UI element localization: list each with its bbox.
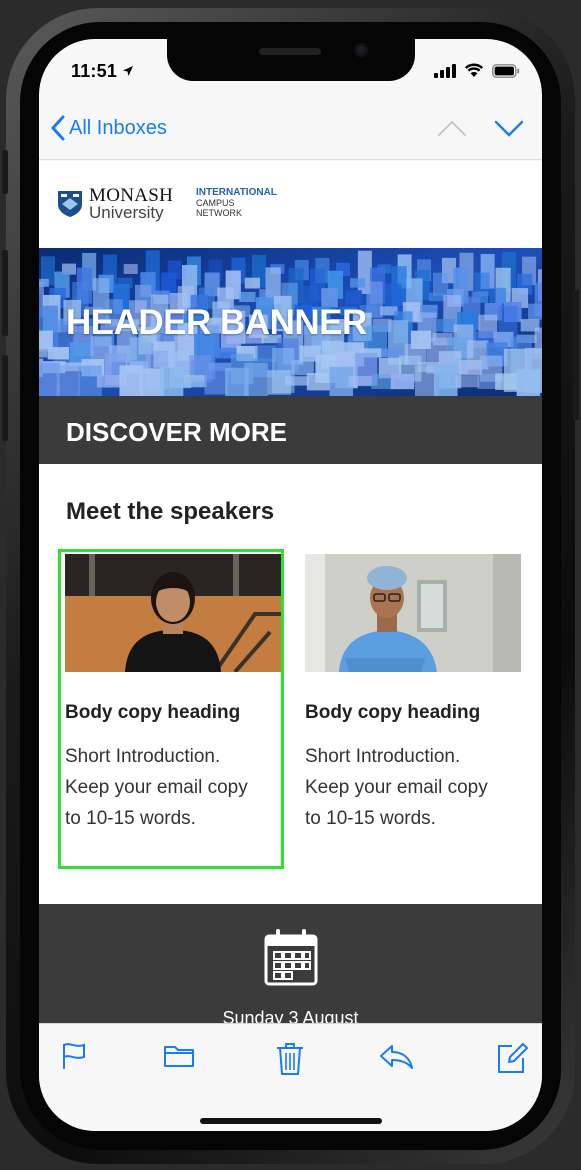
- monash-logo: MONASH University: [57, 185, 174, 222]
- battery-icon: [492, 63, 520, 78]
- trash-icon: [277, 1043, 303, 1075]
- flag-icon: [63, 1043, 85, 1069]
- discover-more-bar[interactable]: DISCOVER MORE: [39, 396, 542, 464]
- logo-bar: MONASH University INTERNATIONAL CAMPUS N…: [39, 161, 542, 248]
- earpiece: [259, 48, 321, 55]
- location-arrow-icon: [122, 65, 134, 80]
- speakers-section: Meet the speakers Body copy heading Shor…: [39, 464, 542, 904]
- back-button[interactable]: All Inboxes: [51, 115, 167, 141]
- notch: [167, 39, 415, 81]
- status-icons: [434, 63, 520, 78]
- folder-icon: [164, 1046, 194, 1067]
- flag-button[interactable]: [61, 1042, 87, 1075]
- logo-line-1: MONASH: [89, 185, 174, 206]
- icn-logo: INTERNATIONAL CAMPUS NETWORK: [196, 187, 277, 219]
- speakers-title: Meet the speakers: [66, 498, 275, 525]
- phone-screen: 11:51 All Inboxes MONASH University INTE…: [39, 39, 542, 1131]
- card-1-body: Short Introduction. Keep your email copy…: [65, 746, 248, 829]
- home-indicator[interactable]: [200, 1118, 382, 1124]
- speaker-photo-1: [65, 554, 281, 672]
- logo-line-2: University: [89, 203, 164, 222]
- front-camera: [354, 43, 368, 57]
- card-2-heading: Body copy heading: [305, 702, 481, 723]
- wifi-icon: [464, 63, 484, 77]
- card-1-heading: Body copy heading: [65, 702, 241, 723]
- discover-more-label: DISCOVER MORE: [66, 417, 288, 447]
- status-time-text: 11:51: [71, 61, 118, 81]
- previous-message-button[interactable]: [437, 119, 467, 142]
- mail-nav-bar: All Inboxes: [39, 109, 542, 160]
- header-banner: HEADER BANNER: [39, 248, 542, 396]
- event-date: Sunday 3 August: [222, 1008, 359, 1023]
- status-time: 11:51: [71, 61, 134, 82]
- banner-title: HEADER BANNER: [66, 303, 367, 342]
- speaker-photo-2: [305, 554, 521, 672]
- speaker-card-2[interactable]: Body copy heading Short Introduction. Ke…: [305, 554, 521, 834]
- reply-button[interactable]: [378, 1042, 414, 1075]
- email-body: MONASH University INTERNATIONAL CAMPUS N…: [39, 161, 542, 1023]
- monash-crest-icon: [58, 191, 82, 217]
- cellular-signal-icon: [434, 63, 456, 78]
- icn-line-2: CAMPUS: [196, 198, 235, 208]
- next-message-button[interactable]: [494, 119, 524, 142]
- compose-button[interactable]: [496, 1042, 528, 1079]
- calendar-icon: [264, 929, 318, 986]
- speaker-card-1[interactable]: Body copy heading Short Introduction. Ke…: [65, 554, 281, 834]
- trash-button[interactable]: [276, 1042, 304, 1081]
- chevron-up-icon: [438, 120, 466, 136]
- move-to-folder-button[interactable]: [163, 1042, 195, 1073]
- mail-toolbar: [39, 1023, 542, 1131]
- card-2-body: Short Introduction. Keep your email copy…: [305, 746, 488, 829]
- email-content[interactable]: MONASH University INTERNATIONAL CAMPUS N…: [39, 161, 542, 1023]
- icn-line-3: NETWORK: [196, 208, 242, 218]
- back-chevron-icon: [51, 115, 65, 141]
- icn-line-1: INTERNATIONAL: [196, 187, 277, 198]
- back-label: All Inboxes: [69, 116, 167, 139]
- reply-icon: [380, 1045, 413, 1069]
- event-section: Sunday 3 August: [39, 904, 542, 1023]
- chevron-down-icon: [494, 120, 524, 137]
- compose-icon: [498, 1043, 528, 1073]
